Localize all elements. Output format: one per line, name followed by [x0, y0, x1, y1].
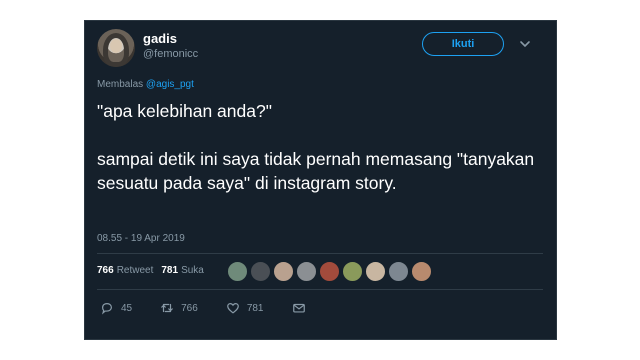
reply-button[interactable]: 45: [100, 301, 132, 315]
tweet-actions: 45 766 781: [100, 301, 334, 315]
avatar[interactable]: [97, 29, 135, 67]
liker-avatar[interactable]: [342, 261, 363, 282]
liker-avatar[interactable]: [319, 261, 340, 282]
tweet-timestamp[interactable]: 08.55 - 19 Apr 2019: [97, 233, 185, 244]
like-stat-label: Suka: [181, 265, 204, 276]
mail-icon: [292, 303, 305, 313]
liker-avatar[interactable]: [273, 261, 294, 282]
retweet-stat-label: Retweet: [116, 265, 154, 276]
avatar-hijab: [103, 33, 129, 67]
liker-avatar[interactable]: [227, 261, 248, 282]
liker-avatar[interactable]: [411, 261, 432, 282]
engagement-stats: 766 Retweet 781 Suka: [97, 265, 204, 276]
reply-prefix: Membalas: [97, 79, 144, 90]
retweet-stat[interactable]: 766 Retweet: [97, 265, 153, 276]
reply-icon: [102, 303, 112, 315]
retweet-stat-count: 766: [97, 265, 114, 276]
liker-avatar[interactable]: [296, 261, 317, 282]
like-stat-count: 781: [161, 265, 179, 276]
liker-avatars: [227, 261, 432, 282]
liker-avatar[interactable]: [388, 261, 409, 282]
heart-icon: [226, 303, 239, 314]
divider: [97, 253, 543, 254]
tweet-line-quote: "apa kelebihan anda?": [97, 101, 272, 121]
retweet-icon: [161, 303, 173, 313]
tweet-line-body: sampai detik ini saya tidak pernah memas…: [97, 149, 535, 193]
reply-context: Membalas @agis_pgt: [97, 79, 194, 90]
retweet-button[interactable]: 766: [160, 301, 198, 315]
like-stat[interactable]: 781 Suka: [161, 265, 203, 276]
liker-avatar[interactable]: [250, 261, 271, 282]
tweet-text: "apa kelebihan anda?" sampai detik ini s…: [97, 99, 537, 195]
like-count: 781: [246, 302, 264, 314]
reply-count: 45: [121, 302, 133, 314]
direct-message-button[interactable]: [292, 301, 306, 315]
divider: [97, 289, 543, 290]
retweet-count: 766: [181, 302, 198, 314]
user-handle[interactable]: @femonicc: [143, 48, 198, 60]
like-button[interactable]: 781: [226, 301, 264, 315]
reply-mention-link[interactable]: @agis_pgt: [146, 79, 194, 90]
tweet-card: gadis @femonicc Ikuti Membalas @agis_pgt…: [84, 20, 557, 340]
chevron-down-icon[interactable]: [518, 37, 532, 51]
display-name[interactable]: gadis: [143, 31, 177, 46]
follow-button[interactable]: Ikuti: [422, 32, 504, 56]
liker-avatar[interactable]: [365, 261, 386, 282]
